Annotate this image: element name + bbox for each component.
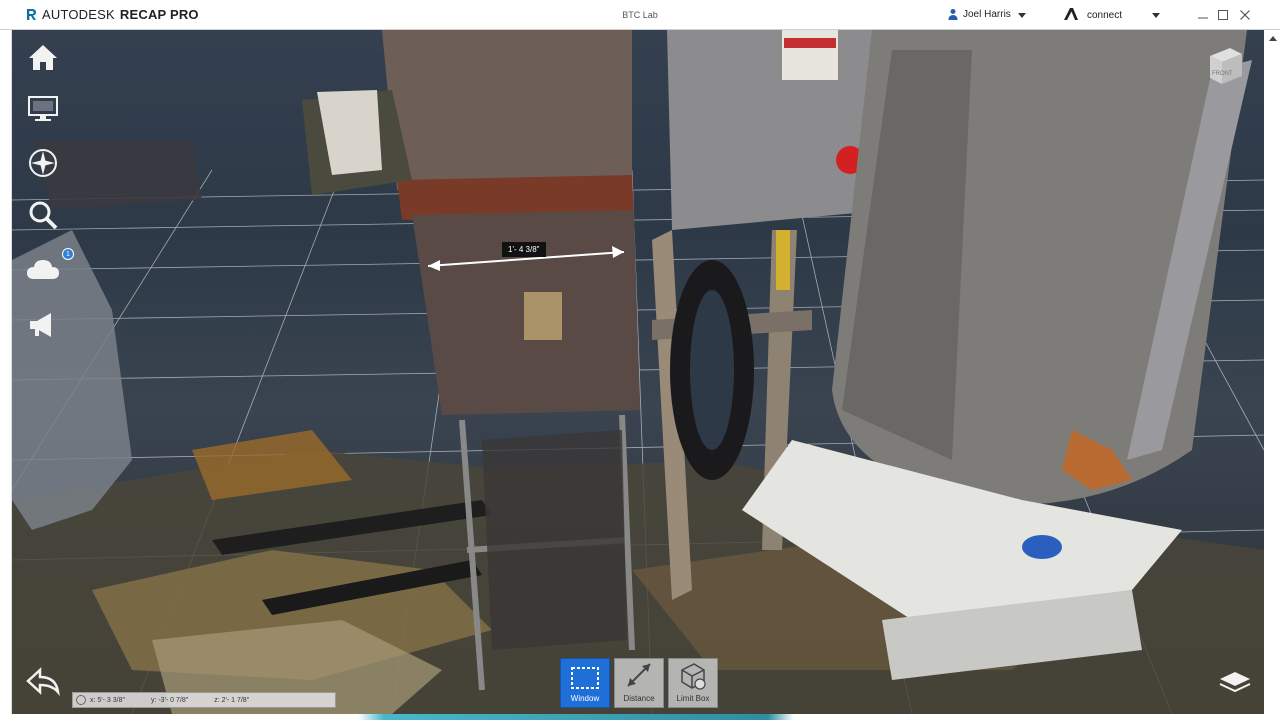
scroll-up-arrow-icon[interactable]	[1269, 36, 1277, 41]
cloud-icon	[27, 260, 59, 279]
limit-box-label: Limit Box	[676, 694, 710, 703]
coordinate-readout: x: 5'- 3 3/8" y: -3'- 0 7/8" z: 2'- 1 7/…	[72, 692, 336, 708]
coord-y: y: -3'- 0 7/8"	[150, 696, 189, 704]
megaphone-icon	[30, 313, 51, 337]
viewcube-face-label: FRONT	[1212, 71, 1233, 77]
brand-product: RECAP PRO	[119, 7, 199, 22]
layers-icon	[1219, 672, 1251, 693]
distance-label: Distance	[623, 694, 655, 703]
bottom-toolbar: Window Distance Limit Box	[560, 658, 718, 708]
connect-label: connect	[1087, 10, 1123, 21]
cloud-notification-badge: 1	[62, 248, 74, 260]
home-icon	[29, 45, 57, 70]
user-icon	[948, 8, 958, 20]
brand-prefix: AUTODESK	[42, 7, 115, 22]
measurement-label: 1'- 4 3/8"	[502, 242, 546, 257]
autodesk-logo-icon	[26, 8, 37, 21]
limit-box-button[interactable]: Limit Box	[668, 658, 718, 708]
announce-button[interactable]	[26, 308, 60, 342]
distance-button[interactable]: Distance	[614, 658, 664, 708]
home-button[interactable]	[26, 40, 60, 74]
back-button[interactable]	[26, 666, 62, 697]
user-name: Joel Harris	[963, 8, 1011, 20]
title-bar: AUTODESK RECAP PRO BTC Lab Joel Harris c…	[0, 0, 1280, 30]
window-select-button[interactable]: Window	[560, 658, 610, 708]
limit-box-icon	[681, 663, 706, 690]
window-select-label: Window	[570, 694, 600, 703]
left-toolbar: 1	[12, 30, 74, 714]
display-button[interactable]	[26, 92, 60, 126]
connect-menu[interactable]: connect	[1064, 8, 1122, 23]
coord-x: x: 5'- 3 3/8"	[90, 696, 125, 704]
bottom-window-edge	[0, 714, 1280, 720]
document-title: BTC Lab	[622, 10, 658, 20]
navigation-button[interactable]	[26, 146, 60, 180]
window-select-icon	[571, 667, 599, 689]
maximize-button[interactable]	[1214, 6, 1232, 24]
scrollbar[interactable]	[1266, 30, 1280, 714]
compass-icon	[29, 149, 57, 177]
app-brand: AUTODESK RECAP PRO	[26, 7, 199, 22]
autodesk-a-icon	[1064, 8, 1078, 23]
back-arrow-icon	[26, 667, 60, 697]
close-button[interactable]	[1236, 6, 1254, 24]
minimize-button[interactable]	[1194, 6, 1212, 24]
user-chevron-down-icon[interactable]	[1018, 13, 1026, 18]
point-cloud-viewport[interactable]: 1'- 4 3/8" 1 FRONT x: 5'- 3 3/8" y: -3'-…	[12, 30, 1264, 714]
view-cube[interactable]: FRONT	[1202, 42, 1246, 86]
distance-icon	[627, 663, 651, 687]
target-icon	[76, 695, 86, 705]
cloud-button[interactable]: 1	[26, 248, 74, 286]
point-cloud-scene	[12, 30, 1264, 714]
connect-chevron-down-icon[interactable]	[1152, 13, 1160, 18]
monitor-icon	[28, 96, 58, 121]
left-window-edge	[0, 30, 12, 714]
user-menu[interactable]: Joel Harris	[948, 8, 1011, 20]
coord-z: z: 2'- 1 7/8"	[214, 696, 250, 704]
search-button[interactable]	[26, 198, 60, 232]
layers-button[interactable]	[1218, 668, 1252, 696]
search-icon	[29, 201, 58, 230]
